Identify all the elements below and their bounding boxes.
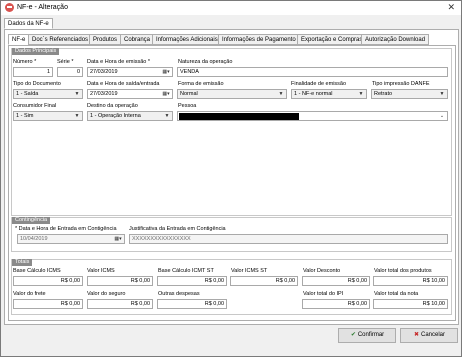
- saida-date-picker[interactable]: 27/03/2019 ▦▾: [87, 89, 173, 99]
- chevron-down-icon: ▼: [358, 91, 364, 97]
- consumidor-label: Consumidor Final: [13, 103, 57, 109]
- tipo-doc-select[interactable]: 1 - Saída ▼: [13, 89, 83, 99]
- justificativa-label: Justificativa da Entrada em Contigência: [129, 226, 226, 232]
- tab-docs-referenciados[interactable]: Doc´s Referenciados: [28, 34, 93, 45]
- tipo-doc-label: Tipo do Documento: [13, 81, 61, 87]
- ipi-label: Valor total do IPI: [303, 291, 344, 297]
- dados-principais-legend: Dados Principais: [12, 48, 60, 55]
- close-icon[interactable]: ✕: [447, 2, 455, 13]
- nfe-window: NF-e - Alteração ✕ Dados da NF-e NF-e Do…: [0, 0, 462, 357]
- destino-select[interactable]: 1 - Operação Interna ▼: [87, 111, 173, 121]
- chevron-down-icon: ⌄: [439, 113, 445, 119]
- forma-value: Normal: [180, 91, 198, 97]
- danfe-value: Retrato: [374, 91, 393, 97]
- chevron-down-icon: ▼: [439, 91, 445, 97]
- tab-autorizacao-download[interactable]: Autorização Download: [361, 34, 430, 45]
- outer-tab-dados-nfe[interactable]: Dados da NF-e: [4, 18, 53, 29]
- cancelar-label: Cancelar: [420, 332, 445, 338]
- window-title: NF-e - Alteração: [17, 4, 68, 11]
- icms-st-label: Valor ICMS ST: [231, 268, 268, 274]
- numero-label: Número *: [13, 59, 37, 65]
- confirmar-label: Confirmar: [357, 332, 385, 338]
- produtos-field[interactable]: R$ 10,00: [373, 276, 448, 286]
- chevron-down-icon: ▼: [74, 113, 80, 119]
- tab-informacoes-adicionais[interactable]: Informações Adicionais: [152, 34, 222, 45]
- title-bar: NF-e - Alteração ✕: [1, 1, 461, 15]
- frete-field[interactable]: R$ 0,00: [13, 299, 83, 309]
- bc-icms-label: Base Cálculo ICMS: [13, 268, 61, 274]
- desconto-label: Valor Desconto: [303, 268, 341, 274]
- icms-st-field[interactable]: R$ 0,00: [230, 276, 298, 286]
- tab-nfe[interactable]: NF-e: [8, 34, 30, 45]
- forma-select[interactable]: Normal ▼: [177, 89, 287, 99]
- icms-field[interactable]: R$ 0,00: [87, 276, 153, 286]
- serie-field[interactable]: 0: [57, 67, 83, 77]
- frete-label: Valor do frete: [13, 291, 46, 297]
- danfe-label: Tipo impressão DANFE: [372, 81, 430, 87]
- bc-st-field[interactable]: R$ 0,00: [157, 276, 227, 286]
- numero-field[interactable]: 1: [13, 67, 53, 77]
- calendar-dropdown-icon[interactable]: ▦▾: [161, 68, 171, 76]
- finalidade-select[interactable]: 1 - NF-e normal ▼: [291, 89, 367, 99]
- nota-field[interactable]: R$ 10,00: [373, 299, 448, 309]
- contingencia-date-picker[interactable]: 10/04/2019 ▦▾: [17, 234, 125, 244]
- tipo-doc-value: 1 - Saída: [16, 91, 39, 97]
- desconto-field[interactable]: R$ 0,00: [302, 276, 370, 286]
- saida-value: 27/03/2019: [90, 91, 118, 97]
- tab-informacoes-pagamento[interactable]: Informações de Pagamento: [218, 34, 300, 45]
- outras-field[interactable]: R$ 0,00: [157, 299, 227, 309]
- chevron-down-icon: ▼: [278, 91, 284, 97]
- bc-icms-field[interactable]: R$ 0,00: [13, 276, 83, 286]
- cancelar-button[interactable]: ✖ Cancelar: [400, 328, 458, 343]
- emissao-date-picker[interactable]: 27/03/2019 ▦▾: [87, 67, 173, 77]
- cancel-x-icon: ✖: [413, 332, 419, 338]
- chevron-down-icon: ▼: [74, 91, 80, 97]
- calendar-dropdown-icon[interactable]: ▦▾: [161, 90, 171, 98]
- nfe-app-icon: [5, 3, 14, 12]
- pessoa-label: Pessoa: [178, 103, 197, 109]
- calendar-dropdown-icon[interactable]: ▦▾: [113, 235, 123, 243]
- emissao-label: Data e Hora de emissão *: [87, 59, 150, 65]
- finalidade-label: Finalidade de emissão: [291, 81, 347, 87]
- natureza-field[interactable]: VENDA: [177, 67, 448, 77]
- chevron-down-icon: ▼: [164, 113, 170, 119]
- bc-st-label: Base Cálculo ICMT ST: [158, 268, 214, 274]
- finalidade-value: 1 - NF-e normal: [294, 91, 333, 97]
- check-icon: ✔: [350, 332, 356, 338]
- natureza-label: Natureza da operação: [178, 59, 233, 65]
- nota-label: Valor total da nota: [374, 291, 419, 297]
- totais-legend: Totais: [12, 259, 33, 266]
- destino-label: Destino da operação: [87, 103, 138, 109]
- pessoa-redacted-value: [179, 113, 299, 120]
- consumidor-value: 1 - Sim: [16, 113, 34, 119]
- tab-produtos[interactable]: Produtos: [89, 34, 122, 45]
- forma-label: Forma de emissão: [178, 81, 224, 87]
- serie-label: Série *: [57, 59, 74, 65]
- tab-cobranca[interactable]: Cobrança: [120, 34, 155, 45]
- destino-value: 1 - Operação Interna: [90, 113, 141, 119]
- contingencia-data-label: * Data e Hora de Entrada em Contigência: [15, 226, 117, 232]
- tab-exportacao-compras[interactable]: Exportação e Compras: [297, 34, 367, 45]
- contingencia-data-value: 10/04/2019: [20, 236, 48, 242]
- saida-label: Data e Hora de saída/entrada: [87, 81, 160, 87]
- produtos-label: Valor total dos produtos: [374, 268, 432, 274]
- confirmar-button[interactable]: ✔ Confirmar: [338, 328, 396, 343]
- emissao-value: 27/03/2019: [90, 69, 118, 75]
- outras-label: Outras despesas: [158, 291, 200, 297]
- danfe-select[interactable]: Retrato ▼: [371, 89, 448, 99]
- contingencia-legend: Contingência: [12, 217, 51, 224]
- seguro-field[interactable]: R$ 0,00: [87, 299, 153, 309]
- ipi-field[interactable]: R$ 0,00: [302, 299, 370, 309]
- justificativa-field[interactable]: XXXXXXXXXXXXXXXX: [129, 234, 448, 244]
- seguro-label: Valor do seguro: [87, 291, 126, 297]
- icms-label: Valor ICMS: [87, 268, 115, 274]
- consumidor-select[interactable]: 1 - Sim ▼: [13, 111, 83, 121]
